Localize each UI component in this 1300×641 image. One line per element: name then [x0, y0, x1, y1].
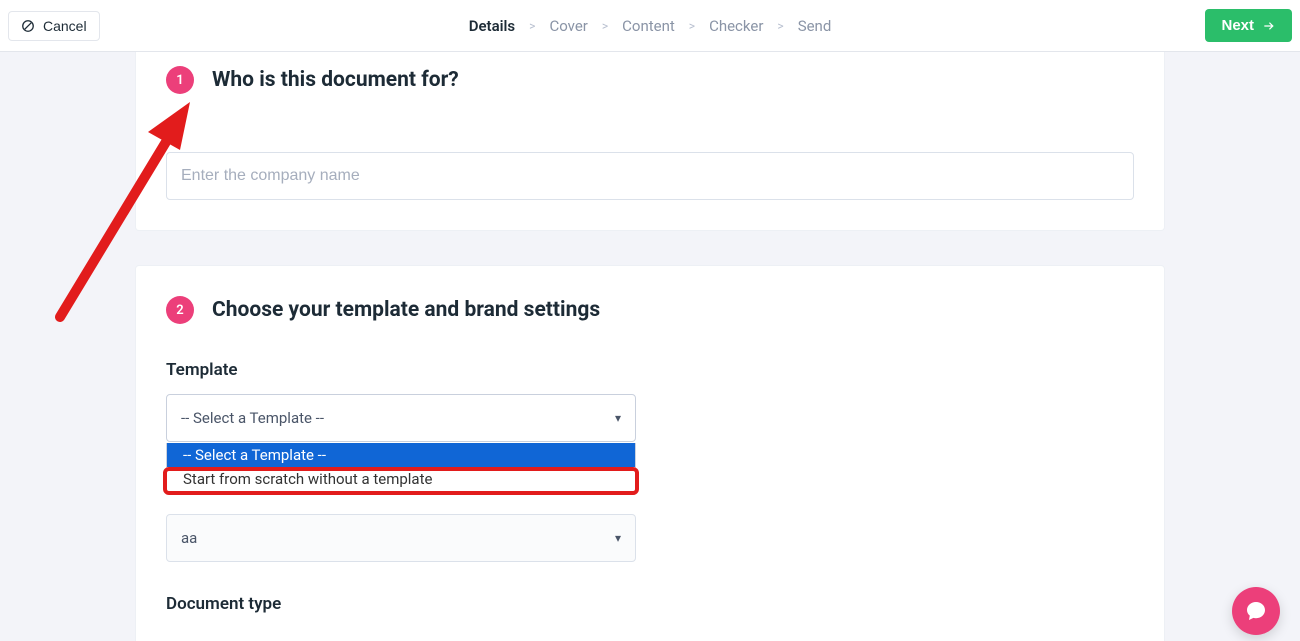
step-separator: > [689, 19, 695, 33]
brand-select[interactable]: aa ▾ [166, 514, 636, 562]
template-dropdown: -- Select a Template -- Start from scrat… [166, 443, 636, 492]
template-option-placeholder[interactable]: -- Select a Template -- [167, 443, 635, 467]
brand-select-wrap: aa ▾ [166, 514, 636, 562]
step-badge-1: 1 [166, 66, 194, 94]
step-badge-2: 2 [166, 296, 194, 324]
page-body: 1 Who is this document for? 2 Choose you… [0, 52, 1300, 641]
step-content[interactable]: Content [622, 17, 675, 35]
template-select-value: -- Select a Template -- [181, 409, 324, 427]
template-field-label: Template [166, 360, 1134, 380]
template-select-wrap: -- Select a Template -- ▾ -- Select a Te… [166, 394, 636, 442]
next-button[interactable]: Next [1205, 9, 1292, 42]
chevron-down-icon: ▾ [615, 531, 621, 545]
company-name-input[interactable] [166, 152, 1134, 200]
step-cover[interactable]: Cover [549, 17, 587, 35]
step-details[interactable]: Details [469, 17, 515, 35]
section-recipient: 1 Who is this document for? [135, 52, 1165, 231]
step-separator: > [529, 19, 535, 33]
step-separator: > [777, 19, 783, 33]
section-title-recipient: Who is this document for? [212, 68, 459, 92]
step-checker[interactable]: Checker [709, 17, 763, 35]
template-option-scratch[interactable]: Start from scratch without a template [167, 467, 635, 491]
template-select[interactable]: -- Select a Template -- ▾ [166, 394, 636, 442]
step-send[interactable]: Send [798, 17, 832, 35]
cancel-icon [21, 19, 35, 33]
top-bar: Cancel Details > Cover > Content > Check… [0, 0, 1300, 52]
section-header: 1 Who is this document for? [166, 66, 1134, 94]
section-header: 2 Choose your template and brand setting… [166, 296, 1134, 324]
chevron-down-icon: ▾ [615, 411, 621, 425]
cancel-label: Cancel [43, 18, 87, 34]
arrow-right-icon [1262, 19, 1276, 33]
chat-widget-button[interactable] [1232, 587, 1280, 635]
section-title-template: Choose your template and brand settings [212, 298, 600, 322]
next-label: Next [1221, 17, 1254, 34]
step-separator: > [602, 19, 608, 33]
document-type-label: Document type [166, 594, 1134, 614]
chat-icon [1244, 599, 1268, 623]
brand-select-value: aa [181, 529, 197, 547]
section-template: 2 Choose your template and brand setting… [135, 265, 1165, 641]
cancel-button[interactable]: Cancel [8, 11, 100, 41]
wizard-steps: Details > Cover > Content > Checker > Se… [469, 17, 832, 35]
